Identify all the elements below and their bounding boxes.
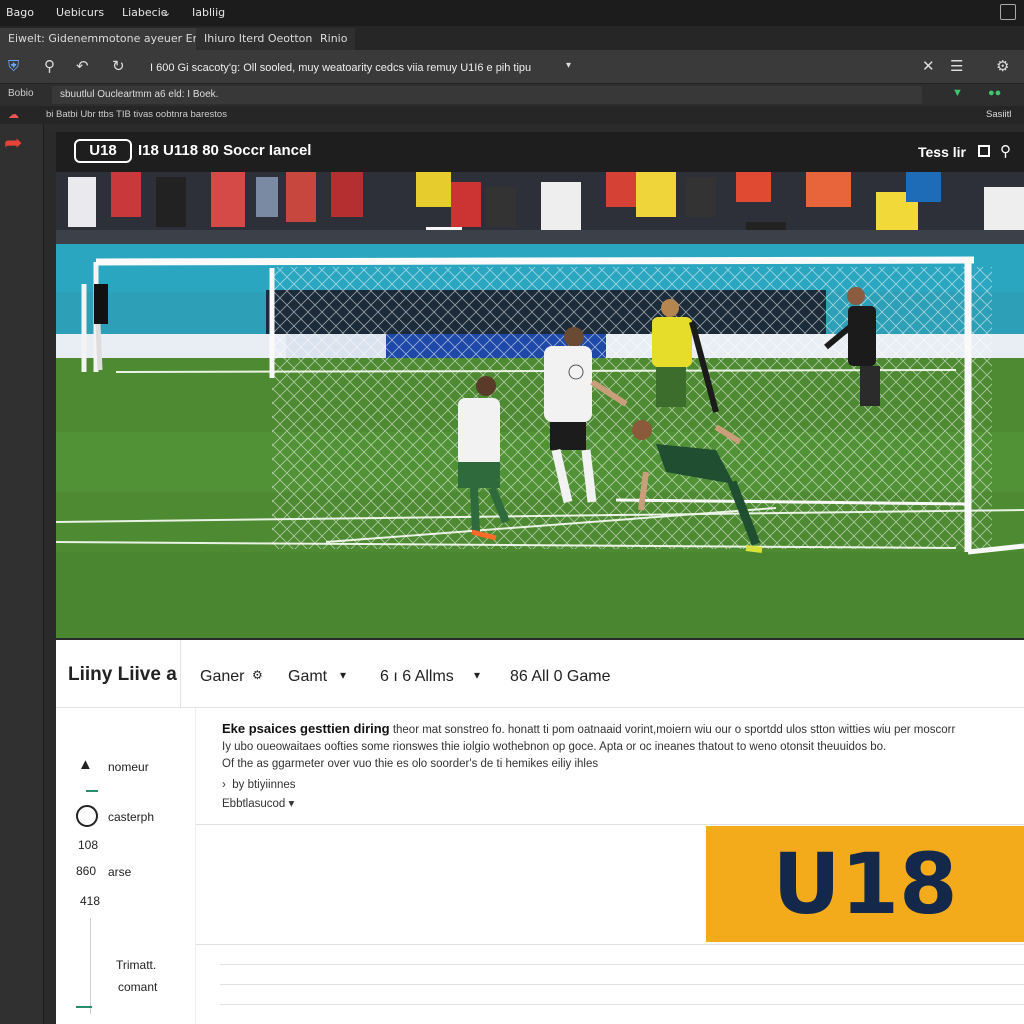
app-logo[interactable]: U18: [74, 139, 132, 163]
tab-3[interactable]: Rinio: [312, 28, 356, 50]
window-icon[interactable]: [1000, 4, 1016, 20]
address-dropdown-icon[interactable]: ▾: [566, 60, 571, 71]
chevron-down-icon[interactable]: ▾: [289, 798, 295, 810]
header-link[interactable]: Tess lir: [918, 144, 966, 160]
description-heading: Eke psaices gesttien diring: [222, 721, 390, 736]
sidebar-footer-1: Trimatt.: [116, 958, 157, 972]
sidebar-stat-2: 860: [76, 864, 97, 878]
alims-dropdown[interactable]: 6 ı 6 Allms: [380, 668, 454, 686]
download-icon[interactable]: ▼: [952, 87, 963, 99]
match-scene: [56, 172, 1024, 638]
all-game-tab[interactable]: 86 All 0 Game: [510, 668, 611, 686]
byline[interactable]: by btiyiinnes: [232, 779, 295, 791]
info-strip: ☁ bi Batbi Ubr ttbs TIB tivas oobtnra ba…: [0, 106, 1024, 124]
menu-item-iabliig[interactable]: Iabliig: [192, 6, 225, 19]
ball: [568, 364, 584, 380]
bookmarks-label: Bobio: [8, 88, 34, 99]
gamer-dropdown[interactable]: Ganer: [200, 668, 244, 686]
menu-item-uebicurs[interactable]: Uebicurs: [56, 6, 104, 19]
info-text: bi Batbi Ubr ttbs TIB tivas oobtnra bare…: [46, 109, 227, 120]
gamt-dropdown[interactable]: Gamt: [288, 668, 327, 686]
sidebar-stat-3: 418: [80, 894, 101, 908]
match-image: [56, 172, 1024, 638]
chevron-down-icon[interactable]: ▾: [474, 668, 480, 682]
back-icon[interactable]: ↶: [76, 59, 89, 75]
menu-item-bago[interactable]: Bago: [6, 6, 34, 19]
sidebar-item-casterph[interactable]: casterph: [108, 810, 154, 824]
sidebar: ▲ nomeur casterph 108 860 arse 418 Trima…: [56, 708, 196, 1024]
sidebar-item-nomeur[interactable]: nomeur: [108, 760, 149, 774]
square-icon[interactable]: [978, 145, 990, 157]
address-bar[interactable]: I 600 Gi scacoty'g: Oll sooled, muy weat…: [150, 57, 910, 79]
age-badge-text: U18: [772, 835, 958, 933]
description: Eke psaices gesttien diring theor mat so…: [222, 720, 972, 813]
left-rail: ➦: [0, 124, 44, 1024]
chevron-down-icon[interactable]: ⌄: [162, 6, 171, 19]
search-icon[interactable]: ⚲: [1000, 142, 1011, 160]
refresh-icon[interactable]: ↻: [112, 59, 125, 75]
sidebar-footer-2: comant: [118, 980, 158, 994]
info-right[interactable]: Sasiitl: [986, 109, 1011, 120]
bookmarks-bar: Bobio sbuutlul Oucleartmm a6 eld: I Boek…: [0, 84, 1024, 106]
description-line-3: Of the as ggarmeter over vuo thie es olo…: [222, 758, 599, 770]
shield-icon[interactable]: ⛨: [8, 59, 19, 75]
description-line-1: theor mat sonstreo fo. honatt ti pom oat…: [389, 724, 956, 736]
menu-bar: Bago Uebicurs Liabecie ⌄ Iabliig: [0, 0, 1024, 26]
menu-item-liabecie[interactable]: Liabecie: [122, 6, 168, 19]
sidebar-stat-1: 108: [78, 838, 99, 852]
page-title: I18 U118 80 Soccr Iancel: [138, 142, 312, 159]
app-logo-icon[interactable]: ➦: [4, 130, 22, 156]
triangle-icon[interactable]: ▲: [78, 756, 93, 773]
cloud-icon: ☁: [8, 109, 19, 121]
control-bar: Liiny Liive a Ganer ⚙ Gamt ▾ 6 ı 6 Allms…: [56, 640, 1024, 708]
description-line-2: Iy ubo oueowaitaes oofties some rionswes…: [222, 741, 887, 753]
bookmark-link[interactable]: sbuutlul Oucleartmm a6 eld: I Boek.: [60, 89, 218, 100]
sidebar-stat-2-label: arse: [108, 865, 132, 879]
tab-strip: Eiwelt: Gidenemmotone ayeuer Enenfh Ihiu…: [0, 26, 1024, 50]
bookmarks-strip[interactable]: sbuutlul Oucleartmm a6 eld: I Boek.: [52, 86, 922, 104]
app-header-strip: [44, 124, 1024, 132]
status-icon: ●●: [988, 87, 1002, 99]
search-icon[interactable]: ⚲: [44, 59, 55, 75]
circle-icon[interactable]: [76, 805, 98, 827]
live-label: Liiny Liive a: [68, 664, 177, 685]
byline-arrow-icon: ›: [222, 779, 226, 791]
sort-select[interactable]: Ebbtlasucod: [222, 798, 285, 810]
close-icon[interactable]: ✕: [922, 59, 935, 75]
chevron-down-icon[interactable]: ▾: [340, 668, 346, 682]
gear-icon[interactable]: ⚙: [252, 668, 263, 682]
settings-icon[interactable]: ⚙: [996, 59, 1009, 75]
extensions-icon[interactable]: ☰: [950, 59, 963, 75]
